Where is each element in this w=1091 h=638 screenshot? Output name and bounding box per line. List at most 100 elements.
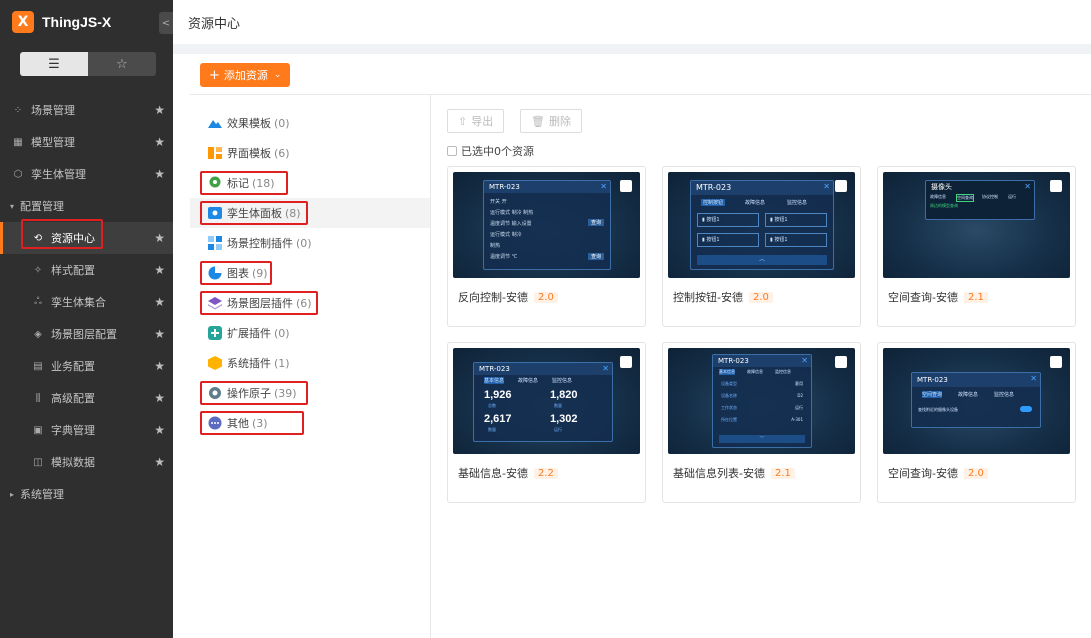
close-icon: ✕: [1024, 182, 1031, 191]
favorite-star-icon[interactable]: ★: [154, 359, 165, 373]
delete-button[interactable]: 🗑 删除: [520, 109, 582, 133]
list-view-toggle[interactable]: ☰: [20, 52, 88, 76]
category-count: (39): [274, 386, 297, 400]
category-count: (0): [274, 326, 290, 340]
delete-label: 删除: [548, 115, 571, 128]
favorite-star-icon[interactable]: ★: [154, 391, 165, 405]
resource-thumbnail[interactable]: 摄像头 ✕ 故障信息 空间查询 协议控制 运行 周边的模型查询: [883, 172, 1070, 278]
sidebar-item[interactable]: ▾ 配置管理: [0, 190, 173, 222]
favorite-star-icon[interactable]: ★: [154, 295, 165, 309]
category-item[interactable]: 其他 (3): [190, 408, 430, 438]
category-divider: [430, 95, 431, 638]
sidebar-item[interactable]: ▦ 模型管理 ★: [0, 126, 173, 158]
category-item[interactable]: 场景图层插件 (6): [190, 288, 430, 318]
sidebar-item-label: 资源中心: [51, 232, 95, 245]
preview-panel: MTR-023 ✕ 控制按钮 故障信息 监控信息 ▮ 按钮1 ▮ 按钮1 ▮ 按钮1 ▮ 按钮1…: [690, 180, 834, 270]
add-resource-button[interactable]: + 添加资源 ⌄: [200, 63, 291, 87]
sidebar-item[interactable]: ▤ 业务配置 ★: [0, 350, 173, 382]
sidebar-item[interactable]: ▸ 系统管理: [0, 478, 173, 510]
favorite-star-icon[interactable]: ★: [154, 135, 165, 149]
preview-panel-title: MTR-023 ✕: [912, 373, 1040, 387]
model-icon: ▦: [13, 136, 23, 148]
card-checkbox[interactable]: [835, 180, 847, 192]
category-item[interactable]: 操作原子 (39): [190, 378, 430, 408]
resource-card[interactable]: MTR-023 ✕ 控制按钮 故障信息 监控信息 ▮ 按钮1 ▮ 按钮1 ▮ 按钮1 ▮ 按钮1…: [662, 166, 861, 327]
preview-panel-title: MTR-023 ✕: [484, 181, 610, 193]
sidebar: X ThingJS-X < ☰ ☆ ⁘ 场景管理 ★ ▦ 模型管理 ★ ⬡ 孪生体管理 ★ ▾ 配置…: [0, 0, 173, 638]
preview-button: ▮ 按钮1: [765, 233, 827, 247]
favorite-star-icon[interactable]: ★: [154, 263, 165, 277]
favorite-star-icon[interactable]: ★: [154, 455, 165, 469]
preview-expand-bar: ︿: [697, 255, 827, 265]
resource-name: 空间查询-安德: [888, 467, 958, 480]
category-count: (8): [285, 206, 301, 220]
category-label: 效果模板: [227, 117, 271, 130]
preview-list-value: A-301: [791, 417, 803, 422]
sidebar-item[interactable]: ◫ 模拟数据 ★: [0, 446, 173, 478]
category-item[interactable]: 界面模板 (6): [190, 138, 430, 168]
sidebar-item-label: 孪生体管理: [31, 168, 86, 181]
export-button[interactable]: ⇧ 导出: [447, 109, 505, 133]
collapse-sidebar-button[interactable]: <: [159, 12, 173, 34]
resource-thumbnail[interactable]: MTR-023 ✕ 开关 开运行模式 制冷 制热 温度调节 输入设置 运行模式 制冷 制…: [453, 172, 640, 278]
category-item[interactable]: 扩展插件 (0): [190, 318, 430, 348]
sidebar-item-label: 模型管理: [31, 136, 75, 149]
favorite-star-icon[interactable]: ★: [154, 423, 165, 437]
card-checkbox[interactable]: [835, 356, 847, 368]
sidebar-item[interactable]: ✧ 样式配置 ★: [0, 254, 173, 286]
resource-card[interactable]: MTR-023 ✕ 开关 开运行模式 制冷 制热 温度调节 输入设置 运行模式 制冷 制…: [447, 166, 646, 327]
plugin-blocks-icon: [208, 236, 222, 250]
header-divider: [173, 44, 1091, 54]
favorites-toggle[interactable]: ☆: [88, 52, 156, 76]
sidebar-item[interactable]: ஃ 孪生体集合 ★: [0, 286, 173, 318]
resource-card[interactable]: 摄像头 ✕ 故障信息 空间查询 协议控制 运行 周边的模型查询 空间查询-安德 2.1: [877, 166, 1076, 327]
resource-card[interactable]: MTR-023 ✕ 基本信息 故障信息 监控信息 设备类型 客用 设备名称 D2 工作状态 运行 所在…: [662, 342, 861, 503]
sidebar-item[interactable]: ▣ 字典管理 ★: [0, 414, 173, 446]
card-checkbox[interactable]: [1050, 180, 1062, 192]
favorite-star-icon[interactable]: ★: [154, 231, 165, 245]
resource-card[interactable]: MTR-023 ✕ 基本信息 故障信息 监控信息 1,926 总数 1,820 数量 2,617 数…: [447, 342, 646, 503]
preview-panel-title: MTR-023 ✕: [713, 355, 811, 367]
preview-note: 查找附近的摄像头设备: [918, 407, 958, 412]
sidebar-item[interactable]: ⁘ 场景管理 ★: [0, 94, 173, 126]
category-item[interactable]: 效果模板 (0): [190, 108, 430, 138]
export-icon: ⇧: [458, 114, 468, 128]
system-box-icon: [208, 356, 222, 370]
resource-thumbnail[interactable]: MTR-023 ✕ 空间查询 故障信息 监控信息 查找附近的摄像头设备: [883, 348, 1070, 454]
category-item[interactable]: 标记 (18): [190, 168, 430, 198]
favorite-star-icon[interactable]: ★: [154, 167, 165, 181]
sidebar-item[interactable]: ◈ 场景图层配置 ★: [0, 318, 173, 350]
sidebar-item[interactable]: ⟲ 资源中心 ★: [0, 222, 173, 254]
favorite-star-icon[interactable]: ★: [154, 327, 165, 341]
sidebar-item[interactable]: ⬡ 孪生体管理 ★: [0, 158, 173, 190]
resource-thumbnail[interactable]: MTR-023 ✕ 基本信息 故障信息 监控信息 设备类型 客用 设备名称 D2 工作状态 运行 所在…: [668, 348, 855, 454]
brand: X ThingJS-X <: [0, 0, 173, 44]
preview-list-key: 工作状态: [721, 405, 737, 410]
resource-card[interactable]: MTR-023 ✕ 空间查询 故障信息 监控信息 查找附近的摄像头设备 空间查询-安德 2.0: [877, 342, 1076, 503]
category-item[interactable]: 场景控制插件 (0): [190, 228, 430, 258]
preview-expand-bar: ﹀: [719, 435, 805, 443]
select-all-checkbox[interactable]: [447, 146, 457, 156]
category-item[interactable]: 孪生体面板 (8): [190, 198, 430, 228]
preview-tab: 基本信息: [484, 377, 505, 384]
category-item[interactable]: 图表 (9): [190, 258, 430, 288]
sidebar-item[interactable]: ⫼ 高级配置 ★: [0, 382, 173, 414]
preview-button: ▮ 按钮1: [697, 233, 759, 247]
category-item[interactable]: 系统插件 (1): [190, 348, 430, 378]
resource-thumbnail[interactable]: MTR-023 ✕ 基本信息 故障信息 监控信息 1,926 总数 1,820 数量 2,617 数…: [453, 348, 640, 454]
caret-right-icon: ▸: [10, 489, 15, 499]
preview-row: 运行模式 制冷: [490, 232, 522, 238]
preview-row: 温度调节 输入设置: [490, 221, 532, 227]
card-checkbox[interactable]: [620, 180, 632, 192]
resource-thumbnail[interactable]: MTR-023 ✕ 控制按钮 故障信息 监控信息 ▮ 按钮1 ▮ 按钮1 ▮ 按钮1 ▮ 按钮1…: [668, 172, 855, 278]
collection-icon: ஃ: [34, 296, 42, 307]
card-checkbox[interactable]: [1050, 356, 1062, 368]
preview-list-key: 设备类型: [721, 381, 737, 386]
preview-panel: MTR-023 ✕ 开关 开运行模式 制冷 制热 温度调节 输入设置 运行模式 制冷 制…: [483, 180, 611, 270]
caret-down-icon: ▾: [10, 201, 15, 211]
export-label: 导出: [471, 115, 494, 128]
favorite-star-icon[interactable]: ★: [154, 103, 165, 117]
category-label: 扩展插件: [227, 327, 271, 340]
preview-tab: 故障信息: [745, 200, 766, 206]
card-checkbox[interactable]: [620, 356, 632, 368]
